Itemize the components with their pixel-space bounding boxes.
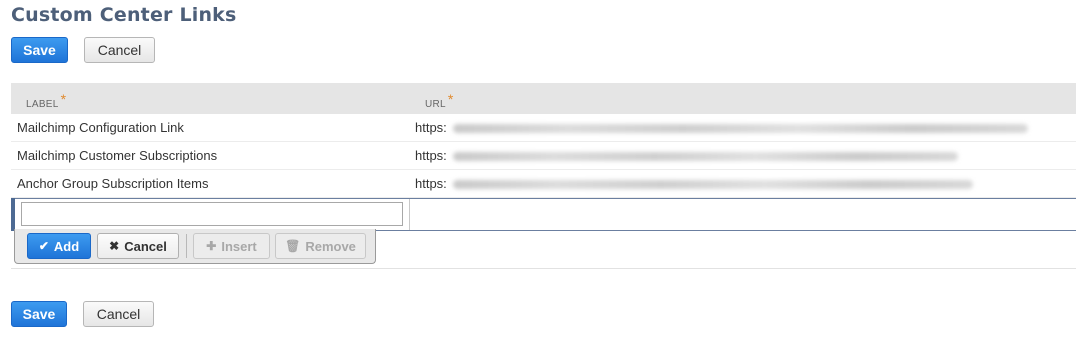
cancel-button-bottom[interactable]: Cancel	[83, 301, 154, 327]
table-row[interactable]: Mailchimp Configuration Link https:	[11, 114, 1076, 142]
table-row[interactable]: Anchor Group Subscription Items https:	[11, 170, 1076, 198]
row-label: Anchor Group Subscription Items	[17, 176, 209, 191]
row-label: Mailchimp Configuration Link	[17, 120, 184, 135]
save-button-bottom[interactable]: Save	[11, 301, 67, 327]
required-mark: *	[447, 91, 454, 107]
column-divider	[409, 199, 410, 230]
new-label-input[interactable]	[21, 202, 403, 226]
new-row-editor	[11, 198, 1076, 231]
cancel-row-label: Cancel	[124, 238, 167, 254]
check-icon: ✔	[38, 239, 49, 253]
cancel-row-button[interactable]: ✖ Cancel	[97, 233, 179, 259]
required-mark: *	[60, 91, 67, 107]
row-url: https:	[415, 148, 447, 163]
edit-row-accent	[11, 198, 15, 231]
blurred-url	[453, 152, 958, 161]
remove-row-label: Remove	[305, 238, 356, 254]
blurred-url	[453, 180, 973, 189]
row-url: https:	[415, 176, 447, 191]
row-url: https:	[415, 120, 447, 135]
plus-icon: ✚	[206, 239, 217, 253]
row-edit-toolbar: ✔ Add ✖ Cancel ✚ Insert 🗑 Remove	[14, 229, 376, 264]
column-header-url-text: URL	[425, 99, 446, 110]
grid-header: LABEL * URL *	[11, 83, 1076, 114]
remove-row-button[interactable]: 🗑 Remove	[275, 233, 366, 259]
insert-row-label: Insert	[221, 238, 257, 254]
insert-row-button[interactable]: ✚ Insert	[193, 233, 270, 259]
toolbar-separator	[186, 234, 187, 258]
column-header-label[interactable]: LABEL *	[26, 91, 67, 110]
x-icon: ✖	[109, 239, 120, 253]
column-header-url[interactable]: URL *	[425, 91, 454, 110]
add-row-label: Add	[53, 238, 80, 254]
trash-icon: 🗑	[285, 239, 301, 253]
save-button-top[interactable]: Save	[11, 37, 68, 63]
page-title: Custom Center Links	[11, 4, 237, 26]
blurred-url	[453, 124, 1028, 133]
cancel-button-top[interactable]: Cancel	[84, 37, 155, 63]
add-row-button[interactable]: ✔ Add	[27, 233, 91, 259]
row-label: Mailchimp Customer Subscriptions	[17, 148, 218, 163]
column-header-label-text: LABEL	[26, 99, 59, 110]
table-row[interactable]: Mailchimp Customer Subscriptions https:	[11, 142, 1076, 170]
